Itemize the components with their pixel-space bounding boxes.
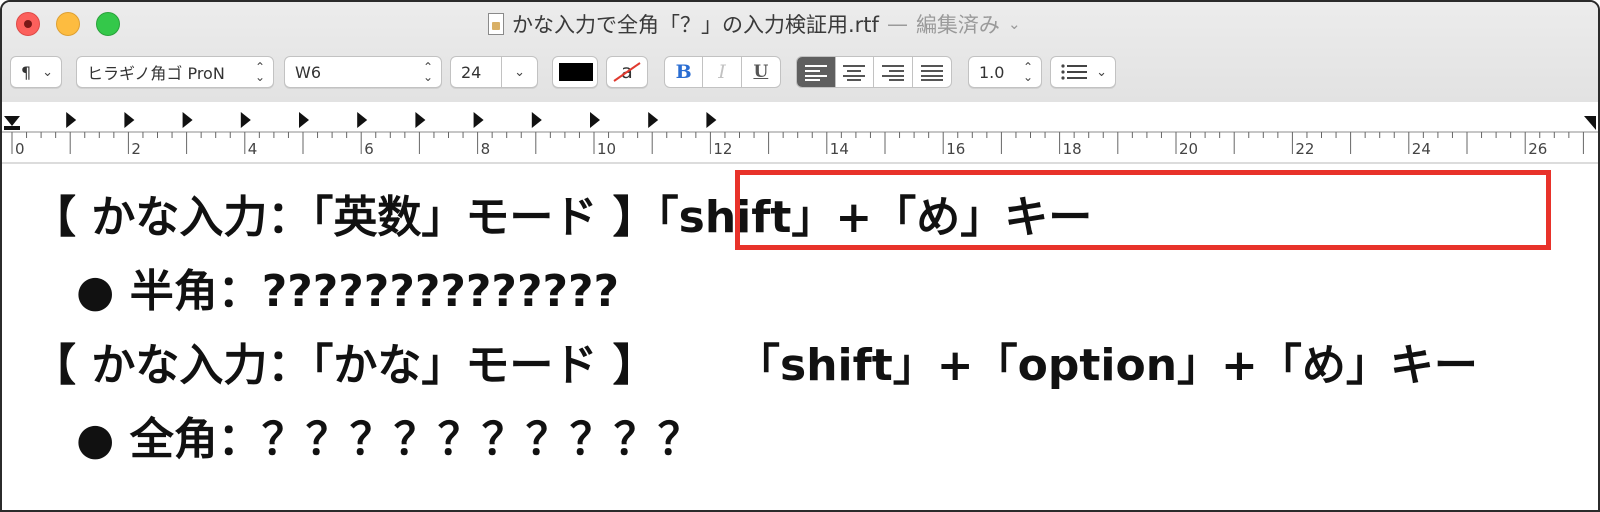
first-line-indent-marker[interactable] bbox=[4, 116, 20, 126]
tab-stop-marker[interactable] bbox=[357, 112, 368, 128]
alignment-buttons bbox=[796, 56, 952, 88]
align-left-icon bbox=[804, 64, 827, 81]
font-family-popup[interactable]: ヒラギノ角ゴ ProN ⌃ ⌄ bbox=[76, 56, 274, 88]
title-bar[interactable]: かな入力で全角「？」の入力検証用.rtf — 編集済み ⌄ bbox=[2, 2, 1598, 46]
rtf-document-icon[interactable] bbox=[488, 13, 504, 35]
up-down-arrows-icon: ⌃ ⌄ bbox=[1022, 60, 1033, 84]
list-bullets-icon bbox=[1061, 64, 1089, 80]
line-spacing-value: 1.0 bbox=[979, 62, 1005, 82]
window-chrome: かな入力で全角「？」の入力検証用.rtf — 編集済み ⌄ ¶ ⌄ ヒラギノ角ゴ… bbox=[2, 2, 1598, 165]
tab-stop-marker[interactable] bbox=[182, 112, 193, 128]
font-size-value[interactable]: 24 bbox=[451, 63, 481, 82]
ruler-label: 16 bbox=[946, 140, 965, 158]
ruler-label: 2 bbox=[131, 140, 141, 158]
tab-stop-marker[interactable] bbox=[415, 112, 426, 128]
list-bullets-popup[interactable]: ⌄ bbox=[1050, 56, 1116, 88]
tab-stop-marker[interactable] bbox=[66, 112, 77, 128]
ruler-label: 4 bbox=[248, 140, 258, 158]
close-button[interactable] bbox=[16, 12, 40, 36]
text-line-4: ● 全角：？？？？？？？？？？ bbox=[32, 414, 702, 465]
ruler-label: 14 bbox=[830, 140, 849, 158]
italic-button[interactable]: I bbox=[703, 57, 742, 87]
zoom-button[interactable] bbox=[96, 12, 120, 36]
tab-stop-marker[interactable] bbox=[124, 112, 135, 128]
justify-icon bbox=[920, 64, 943, 81]
textedit-window: かな入力で全角「？」の入力検証用.rtf — 編集済み ⌄ ¶ ⌄ ヒラギノ角ゴ… bbox=[0, 0, 1600, 512]
underline-button[interactable]: U bbox=[742, 57, 780, 87]
ruler-label: 18 bbox=[1063, 140, 1082, 158]
ruler-label: 0 bbox=[15, 140, 25, 158]
ruler-label: 20 bbox=[1179, 140, 1198, 158]
format-toolbar: ¶ ⌄ ヒラギノ角ゴ ProN ⌃⌄ W6 ⌃⌄ 24 ⌄ a bbox=[2, 54, 1598, 94]
red-highlight-box bbox=[735, 170, 1551, 250]
chevron-down-icon: ⌄ bbox=[42, 65, 53, 80]
text-color-well[interactable] bbox=[552, 56, 598, 88]
ruler-scale: 0 2 4 6 8 10 12 14 16 18 20 22 24 26 bbox=[2, 112, 1598, 158]
ruler-label: 22 bbox=[1295, 140, 1314, 158]
chevron-down-icon[interactable]: ⌄ bbox=[514, 65, 525, 80]
tab-stop-marker[interactable] bbox=[299, 112, 309, 128]
tab-stop-marker[interactable] bbox=[240, 112, 251, 128]
no-highlight-icon: a bbox=[613, 61, 641, 83]
font-family-value: ヒラギノ角ゴ ProN bbox=[87, 64, 225, 83]
tab-stop-marker[interactable] bbox=[706, 112, 717, 128]
up-down-arrows-icon: ⌃ ⌄ bbox=[254, 60, 265, 84]
ruler-label: 6 bbox=[364, 140, 374, 158]
color-swatch bbox=[559, 63, 593, 81]
window-title[interactable]: かな入力で全角「？」の入力検証用.rtf — 編集済み ⌄ bbox=[488, 10, 1021, 38]
ruler-label: 24 bbox=[1412, 140, 1431, 158]
align-left-button[interactable] bbox=[797, 57, 836, 87]
justify-button[interactable] bbox=[913, 57, 951, 87]
chevron-down-icon: ⌄ bbox=[1096, 65, 1107, 80]
highlight-color-well[interactable]: a bbox=[606, 56, 648, 88]
text-style-buttons: B I U bbox=[664, 56, 781, 88]
bold-button[interactable]: B bbox=[665, 57, 704, 87]
chevron-down-icon[interactable]: ⌄ bbox=[1008, 15, 1021, 33]
paragraph-style-popup[interactable]: ¶ ⌄ bbox=[10, 56, 62, 88]
document-name: かな入力で全角「？」の入力検証用.rtf bbox=[512, 13, 879, 37]
ruler-label: 8 bbox=[481, 140, 491, 158]
title-separator: — bbox=[886, 12, 908, 36]
text-line-2: ● 半角：?????????????? bbox=[32, 266, 620, 317]
align-center-button[interactable] bbox=[836, 57, 874, 87]
right-margin-marker[interactable] bbox=[1584, 116, 1596, 130]
font-weight-popup[interactable]: W6 ⌃ ⌄ bbox=[284, 56, 442, 88]
ruler[interactable]: 0 2 4 6 8 10 12 14 16 18 20 22 24 26 bbox=[2, 102, 1598, 162]
font-weight-value: W6 bbox=[295, 62, 321, 82]
tab-stop-marker[interactable] bbox=[531, 112, 542, 128]
ruler-label: 12 bbox=[713, 140, 732, 158]
ruler-label: 26 bbox=[1528, 140, 1547, 158]
tab-stop-marker[interactable] bbox=[590, 112, 600, 128]
edited-status: 編集済み bbox=[915, 13, 1000, 37]
minimize-button[interactable] bbox=[56, 12, 80, 36]
line-spacing-popup[interactable]: 1.0 ⌃ ⌄ bbox=[968, 56, 1042, 88]
align-center-icon bbox=[843, 64, 866, 81]
tab-stop-marker[interactable] bbox=[473, 112, 484, 128]
font-size-combo[interactable]: 24 ⌄ bbox=[450, 56, 538, 88]
text-line-3-right: 「shift」+「option」+「め」キー bbox=[736, 340, 1478, 391]
up-down-arrows-icon: ⌃ ⌄ bbox=[422, 60, 433, 84]
text-line-3-left: 【 かな入力：「かな」モード 】 bbox=[32, 340, 657, 391]
align-right-button[interactable] bbox=[874, 57, 913, 87]
align-right-icon bbox=[881, 64, 904, 81]
tab-stop-marker[interactable] bbox=[648, 112, 659, 128]
paragraph-icon: ¶ bbox=[21, 62, 32, 82]
ruler-label: 10 bbox=[597, 140, 616, 158]
